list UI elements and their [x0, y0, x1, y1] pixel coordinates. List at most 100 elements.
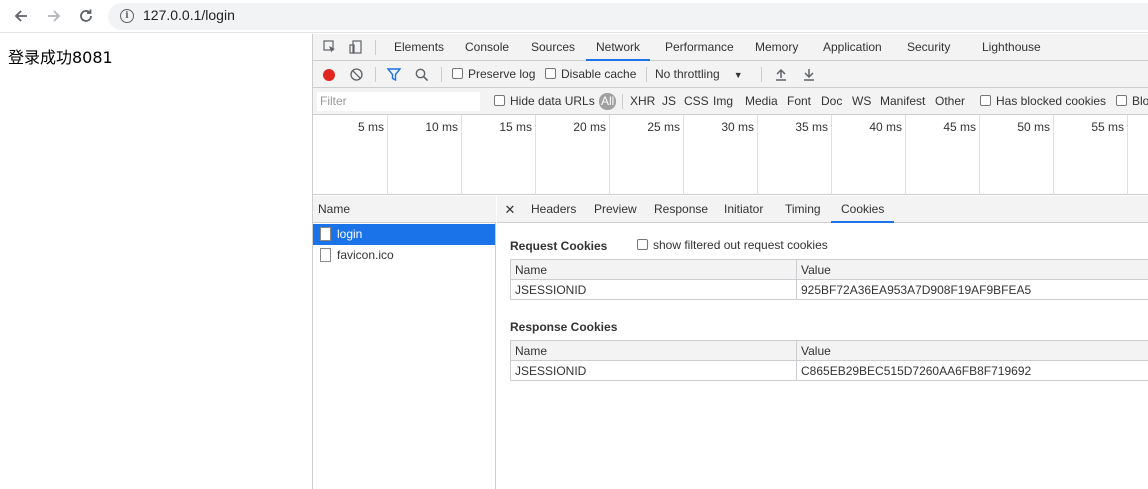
request-details: ✕ Headers Preview Response Initiator Tim… — [497, 196, 1148, 489]
forward-button[interactable] — [42, 5, 66, 27]
close-icon[interactable]: ✕ — [503, 196, 517, 223]
divider — [622, 94, 623, 109]
tab-cookies[interactable]: Cookies — [831, 196, 895, 223]
preserve-log-checkbox[interactable]: Preserve log — [452, 61, 535, 88]
disable-cache-checkbox[interactable]: Disable cache — [545, 61, 636, 88]
tab-memory[interactable]: Memory — [745, 34, 808, 61]
page-viewport: 登录成功8081 — [0, 34, 312, 489]
info-icon[interactable]: i — [120, 9, 134, 23]
filter-media[interactable]: Media — [745, 88, 778, 115]
checkbox-icon — [1116, 95, 1127, 106]
disable-cache-label: Disable cache — [561, 67, 637, 81]
tick-label: 35 ms — [795, 120, 828, 134]
filter-js[interactable]: JS — [662, 88, 676, 115]
tab-headers[interactable]: Headers — [521, 196, 586, 223]
column-header[interactable]: Value — [796, 259, 1148, 280]
tab-elements[interactable]: Elements — [384, 34, 454, 61]
request-row-favicon[interactable]: favicon.ico — [313, 245, 495, 266]
tab-response[interactable]: Response — [644, 196, 718, 223]
tab-application[interactable]: Application — [813, 34, 892, 61]
filter-font[interactable]: Font — [787, 88, 811, 115]
checkbox-icon — [980, 95, 991, 106]
blocked-requests-checkbox[interactable]: Blo — [1116, 88, 1148, 115]
tab-initiator[interactable]: Initiator — [714, 196, 773, 223]
export-har-icon[interactable] — [803, 68, 815, 81]
arrow-left-icon — [14, 10, 27, 22]
response-cookies-table: Name Value JSESSIONID C865EB29BEC515D726… — [510, 340, 1148, 381]
filter-img[interactable]: Img — [713, 88, 733, 115]
import-har-icon[interactable] — [775, 68, 787, 81]
column-header[interactable]: Value — [796, 340, 1148, 361]
timeline-tick: 30 ms — [684, 115, 758, 195]
filter-manifest[interactable]: Manifest — [880, 88, 925, 115]
tab-sources[interactable]: Sources — [521, 34, 585, 61]
timeline-tick: 5 ms — [313, 115, 388, 195]
reload-button[interactable] — [74, 5, 98, 27]
filter-other[interactable]: Other — [935, 88, 965, 115]
cookie-name: JSESSIONID — [510, 279, 797, 300]
tick-label: 30 ms — [721, 120, 754, 134]
back-button[interactable] — [9, 5, 33, 27]
table-row[interactable]: JSESSIONID C865EB29BEC515D7260AA6FB8F719… — [510, 360, 1148, 381]
divider — [375, 40, 376, 55]
show-filtered-checkbox[interactable]: show filtered out request cookies — [637, 238, 828, 252]
devtools-panel: Elements Console Sources Network Perform… — [312, 34, 1148, 489]
network-toolbar: Preserve log Disable cache No throttling… — [313, 61, 1148, 88]
divider — [646, 67, 647, 82]
login-success-text: 登录成功8081 — [8, 48, 113, 67]
name-column-header[interactable]: Name — [313, 196, 496, 223]
tick-label: 20 ms — [573, 120, 606, 134]
url-text: 127.0.0.1/login — [143, 7, 235, 23]
filter-ws[interactable]: WS — [852, 88, 871, 115]
table-row[interactable]: JSESSIONID 925BF72A36EA953A7D908F19AF9BF… — [510, 279, 1148, 300]
tab-security[interactable]: Security — [897, 34, 960, 61]
tab-lighthouse[interactable]: Lighthouse — [972, 34, 1051, 61]
timeline-tick: 45 ms — [906, 115, 980, 195]
hide-data-urls-checkbox[interactable]: Hide data URLs — [494, 88, 595, 115]
filter-icon[interactable] — [387, 68, 401, 81]
address-bar[interactable]: i 127.0.0.1/login — [108, 3, 1148, 30]
tab-network[interactable]: Network — [586, 34, 651, 61]
tick-label: 45 ms — [943, 120, 976, 134]
cookie-name: JSESSIONID — [510, 360, 797, 381]
filter-doc[interactable]: Doc — [821, 88, 842, 115]
has-blocked-cookies-checkbox[interactable]: Has blocked cookies — [980, 88, 1106, 115]
preserve-log-label: Preserve log — [468, 67, 536, 81]
divider — [761, 67, 762, 82]
hide-data-urls-label: Hide data URLs — [510, 94, 595, 108]
table-header-row: Name Value — [510, 259, 1148, 280]
has-blocked-cookies-label: Has blocked cookies — [996, 94, 1107, 108]
tab-console[interactable]: Console — [455, 34, 519, 61]
column-header[interactable]: Name — [510, 340, 797, 361]
divider — [375, 67, 376, 82]
filter-all[interactable]: All — [599, 93, 617, 110]
filter-xhr[interactable]: XHR — [630, 88, 655, 115]
record-icon[interactable] — [323, 69, 335, 81]
timeline-tick: 55 ms — [1054, 115, 1128, 195]
filter-css[interactable]: CSS — [684, 88, 709, 115]
network-overview[interactable]: 5 ms 10 ms 15 ms 20 ms 25 ms 30 ms 35 ms… — [313, 115, 1148, 195]
clear-icon[interactable] — [350, 68, 363, 81]
tab-preview[interactable]: Preview — [584, 196, 647, 223]
filter-input[interactable]: Filter — [317, 92, 480, 111]
throttling-select[interactable]: No throttling ▼ — [655, 61, 743, 88]
inspect-element-icon[interactable] — [323, 40, 337, 54]
request-cookies-table: Name Value JSESSIONID 925BF72A36EA953A7D… — [510, 259, 1148, 300]
request-row-login[interactable]: login — [313, 224, 495, 245]
timeline-tick: 10 ms — [388, 115, 462, 195]
timeline-tick: 25 ms — [610, 115, 684, 195]
timeline-tick: 35 ms — [758, 115, 832, 195]
tab-performance[interactable]: Performance — [655, 34, 744, 61]
tick-label: 25 ms — [647, 120, 680, 134]
timeline-tick: 20 ms — [536, 115, 610, 195]
request-name: login — [337, 227, 363, 241]
blocked-requests-label: Blo — [1132, 94, 1148, 108]
search-icon[interactable] — [415, 68, 429, 82]
arrow-right-icon — [48, 10, 61, 22]
column-header[interactable]: Name — [510, 259, 797, 280]
device-toolbar-icon[interactable] — [349, 40, 363, 54]
table-header-row: Name Value — [510, 340, 1148, 361]
tab-timing[interactable]: Timing — [775, 196, 831, 223]
tick-label: 10 ms — [425, 120, 458, 134]
request-cookies-title: Request Cookies — [510, 239, 608, 253]
